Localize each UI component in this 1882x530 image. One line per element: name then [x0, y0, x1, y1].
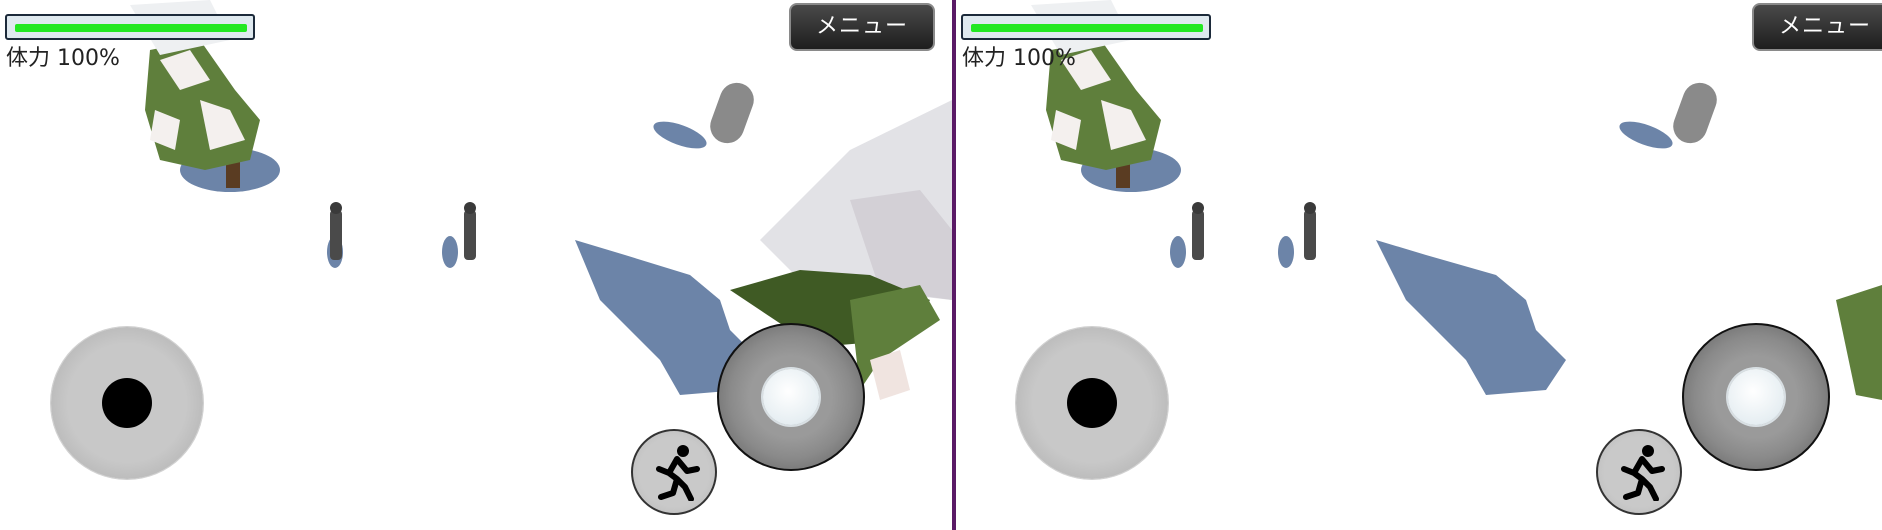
- capsule-object: [653, 82, 754, 149]
- game-viewport: 体力 100% メニュー 体力 100% メニュー: [0, 0, 1882, 530]
- health-bar-fill: [971, 24, 1203, 32]
- jump-button-core: [1728, 369, 1784, 425]
- joystick-knob[interactable]: [1067, 378, 1117, 428]
- character-figure: [1278, 202, 1316, 268]
- movement-joystick[interactable]: [51, 327, 203, 479]
- jump-button-core: [763, 369, 819, 425]
- capsule-object: [1619, 82, 1717, 149]
- jump-button[interactable]: [717, 323, 865, 471]
- health-label: 体力 100%: [6, 46, 120, 71]
- player-one-view: 体力 100% メニュー: [0, 0, 952, 530]
- running-person-icon: [656, 445, 700, 501]
- running-person-icon: [1621, 445, 1665, 501]
- joystick-knob[interactable]: [102, 378, 152, 428]
- health-label: 体力 100%: [962, 46, 1076, 71]
- health-bar-fill: [15, 24, 247, 32]
- character-figure: [327, 202, 343, 268]
- jump-button[interactable]: [1682, 323, 1830, 471]
- run-button[interactable]: [631, 429, 717, 515]
- health-bar: [961, 14, 1211, 40]
- movement-joystick[interactable]: [1016, 327, 1168, 479]
- character-figure: [442, 202, 476, 268]
- character-figure: [1170, 202, 1204, 268]
- player-two-view: 体力 100% メニュー: [956, 0, 1882, 530]
- menu-button[interactable]: メニュー: [789, 3, 935, 51]
- health-bar: [5, 14, 255, 40]
- menu-button[interactable]: メニュー: [1752, 3, 1882, 51]
- run-button[interactable]: [1596, 429, 1682, 515]
